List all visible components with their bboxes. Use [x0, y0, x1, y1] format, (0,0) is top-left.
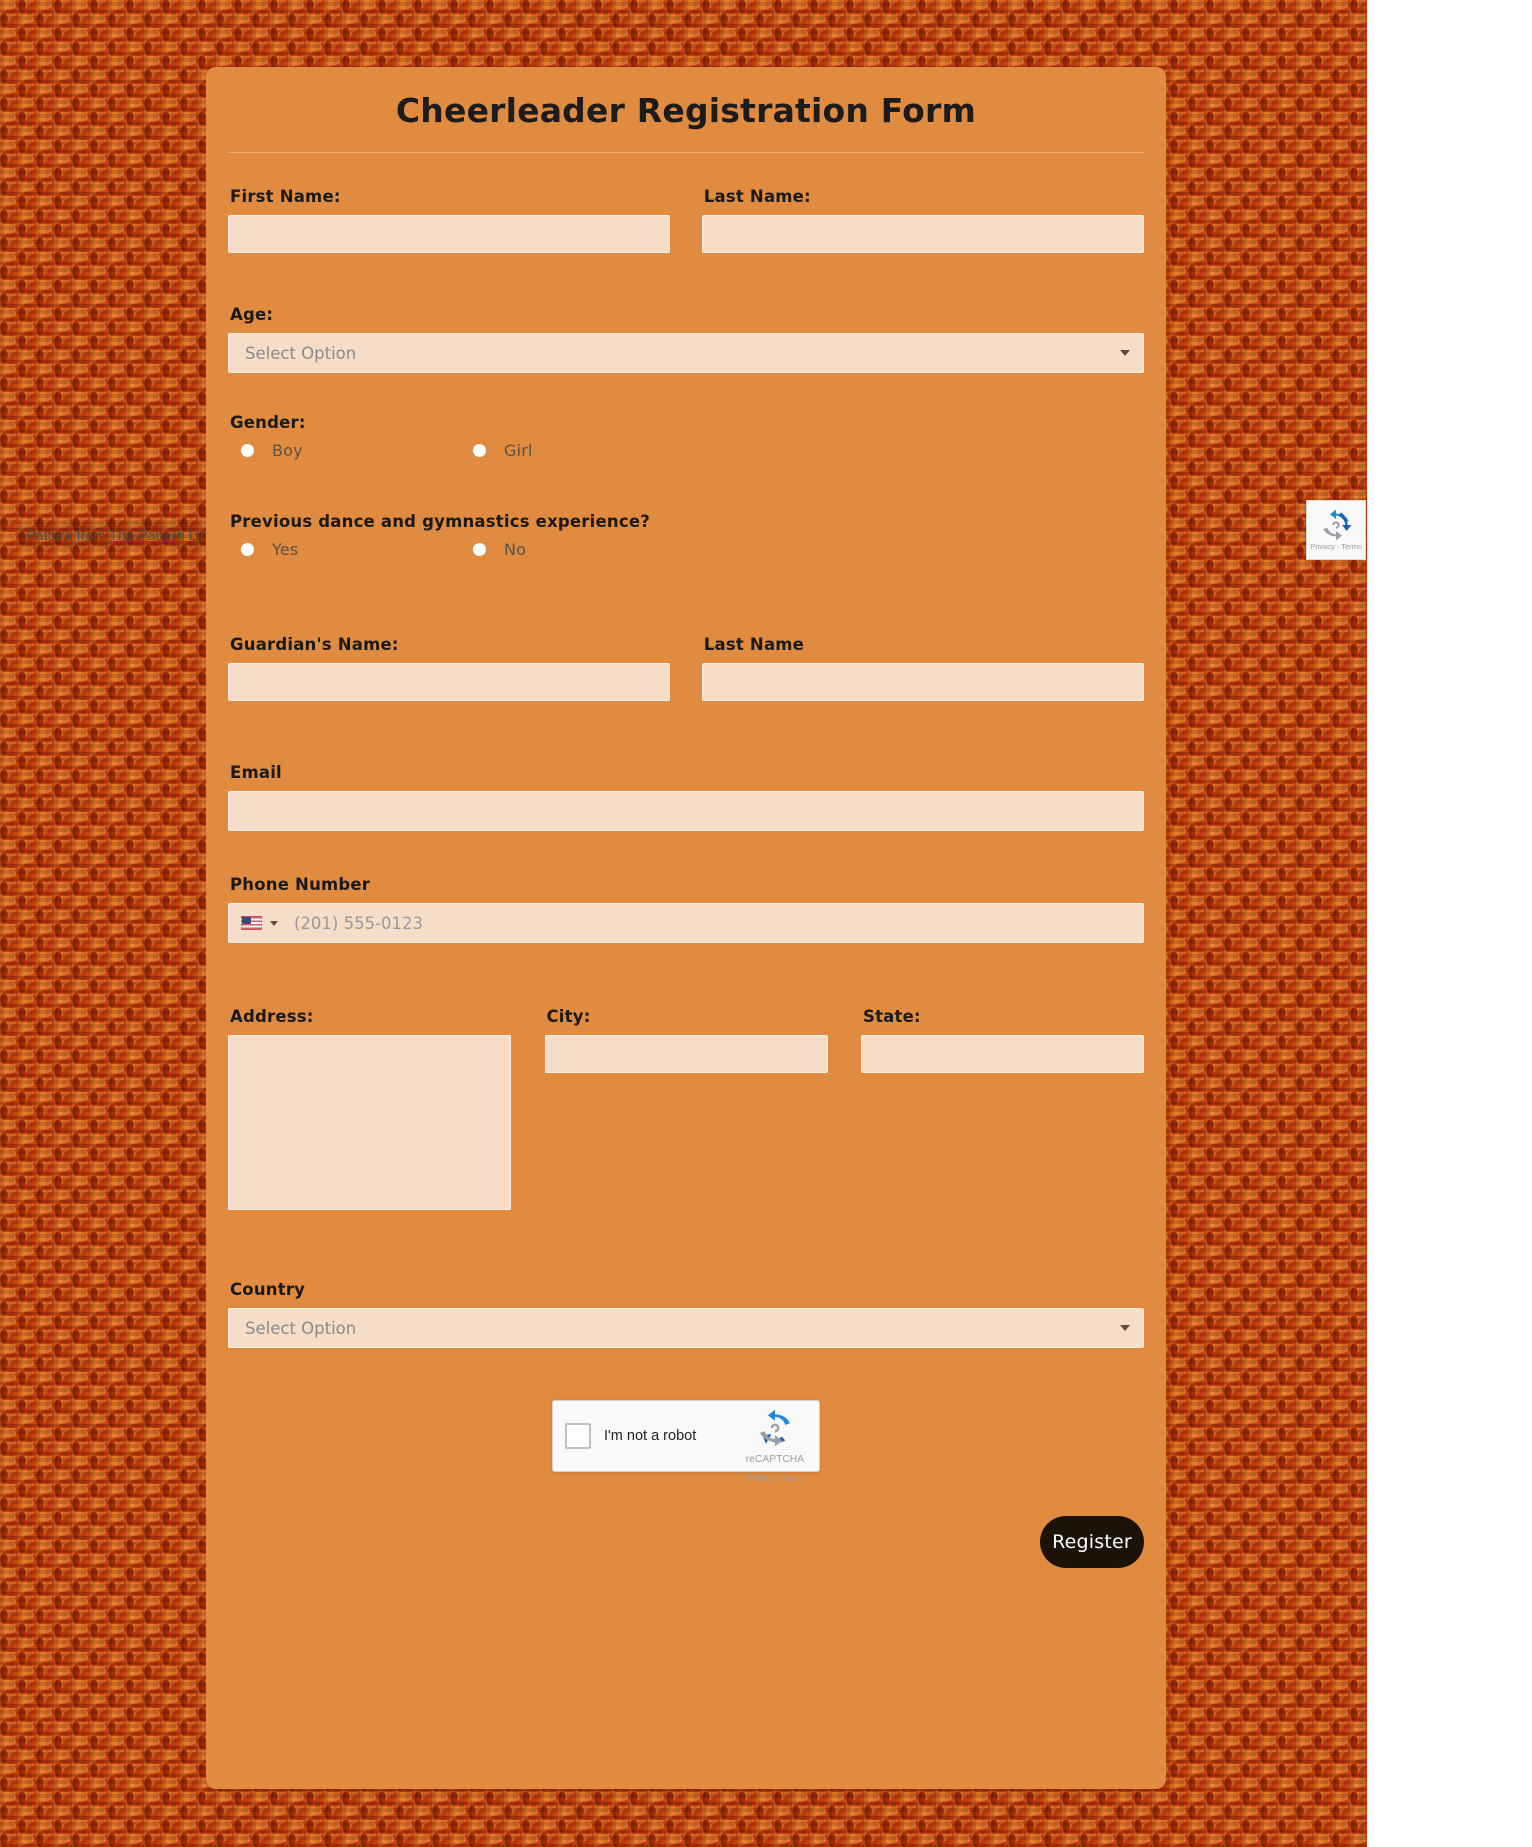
form-body: First Name: Last Name: Age: Select Optio… [206, 153, 1166, 1568]
gender-option-boy-label: Boy [272, 441, 303, 460]
guardian-last-name-group: Last Name [701, 635, 1144, 701]
recaptcha-widget[interactable]: I'm not a robot reCAPTCHA Privacy - Term… [552, 1400, 820, 1483]
gender-option-boy[interactable]: Boy [228, 441, 460, 460]
gender-label: Gender: [230, 413, 306, 432]
chevron-down-icon [1120, 1325, 1130, 1331]
gender-option-girl[interactable]: Girl [460, 441, 692, 460]
recaptcha-logo-icon [759, 1409, 791, 1447]
last-name-group: Last Name: [701, 187, 1144, 253]
experience-label: Previous dance and gymnastics experience… [230, 512, 650, 531]
last-name-label: Last Name: [703, 187, 811, 206]
state-input[interactable] [861, 1035, 1144, 1073]
chevron-down-icon[interactable] [270, 920, 278, 926]
address-group: Address: [228, 1007, 511, 1210]
guardian-last-name-input[interactable] [701, 663, 1144, 701]
age-select[interactable]: Select Option [228, 333, 1144, 373]
recaptcha-badge-legal: Privacy - Terms [1310, 542, 1362, 551]
experience-option-yes[interactable]: Yes [228, 540, 460, 559]
age-select-value: Select Option [228, 333, 1144, 373]
phone-input[interactable]: (201) 555-0123 [228, 903, 1144, 943]
email-group: Email [228, 763, 1144, 831]
radio-icon [473, 543, 486, 556]
radio-icon [473, 444, 486, 457]
recaptcha-floating-badge[interactable]: Privacy - Terms [1306, 500, 1366, 560]
age-label: Age: [230, 305, 274, 324]
city-group: City: [544, 1007, 828, 1210]
phone-placeholder: (201) 555-0123 [294, 913, 424, 933]
recaptcha-brand-name: reCAPTCHA [745, 1454, 805, 1465]
phone-label: Phone Number [230, 875, 371, 894]
country-select[interactable]: Select Option [228, 1308, 1144, 1348]
guardian-name-label: Guardian's Name: [230, 635, 399, 654]
country-group: Country Select Option [228, 1280, 1144, 1348]
pattern-credit-prefix: Pattern from [26, 527, 110, 543]
country-label: Country [230, 1280, 306, 1299]
gender-group: Gender: Boy Girl [228, 413, 1144, 460]
captcha-row: I'm not a robot reCAPTCHA Privacy - Term… [228, 1400, 1144, 1483]
recaptcha-logo-icon [1323, 509, 1352, 541]
state-group: State: [861, 1007, 1144, 1210]
registration-form-card: Cheerleader Registration Form First Name… [206, 67, 1166, 1789]
recaptcha-checkbox[interactable] [565, 1423, 591, 1449]
guardian-row: Guardian's Name: Last Name [228, 635, 1144, 701]
address-label: Address: [230, 1007, 314, 1026]
email-input[interactable] [228, 791, 1144, 831]
recaptcha-legal: Privacy - Terms [747, 1474, 803, 1483]
us-flag-icon [241, 916, 262, 930]
recaptcha-branding: reCAPTCHA Privacy - Terms [741, 1409, 809, 1485]
gender-radio-group: Boy Girl [228, 441, 1144, 460]
recaptcha-label: I'm not a robot [604, 1428, 697, 1444]
radio-icon [241, 444, 254, 457]
first-name-group: First Name: [228, 187, 671, 253]
name-row: First Name: Last Name: [228, 187, 1144, 253]
address-row: Address: City: State: [228, 1007, 1144, 1210]
experience-option-no[interactable]: No [460, 540, 692, 559]
address-textarea[interactable] [228, 1035, 511, 1210]
phone-group: Phone Number (201) 555-0123 [228, 875, 1144, 943]
experience-option-no-label: No [504, 540, 527, 559]
first-name-label: First Name: [230, 187, 341, 206]
email-label: Email [230, 763, 282, 782]
submit-row: Register [228, 1516, 1144, 1568]
page-root: Pattern from The Pattern Library Cheerle… [0, 0, 1532, 1847]
experience-option-yes-label: Yes [272, 540, 299, 559]
last-name-input[interactable] [701, 215, 1144, 253]
city-label: City: [546, 1007, 591, 1026]
state-label: State: [863, 1007, 921, 1026]
page-title: Cheerleader Registration Form [228, 67, 1144, 153]
city-input[interactable] [544, 1035, 828, 1073]
guardian-name-group: Guardian's Name: [228, 635, 671, 701]
chevron-down-icon [1120, 350, 1130, 356]
experience-group: Previous dance and gymnastics experience… [228, 512, 1144, 559]
first-name-input[interactable] [228, 215, 671, 253]
gender-option-girl-label: Girl [504, 441, 533, 460]
experience-radio-group: Yes No [228, 540, 1144, 559]
guardian-name-input[interactable] [228, 663, 671, 701]
age-group: Age: Select Option [228, 305, 1144, 373]
country-select-value: Select Option [228, 1308, 1144, 1348]
radio-icon [241, 543, 254, 556]
register-button[interactable]: Register [1040, 1516, 1144, 1568]
guardian-last-name-label: Last Name [703, 635, 805, 654]
